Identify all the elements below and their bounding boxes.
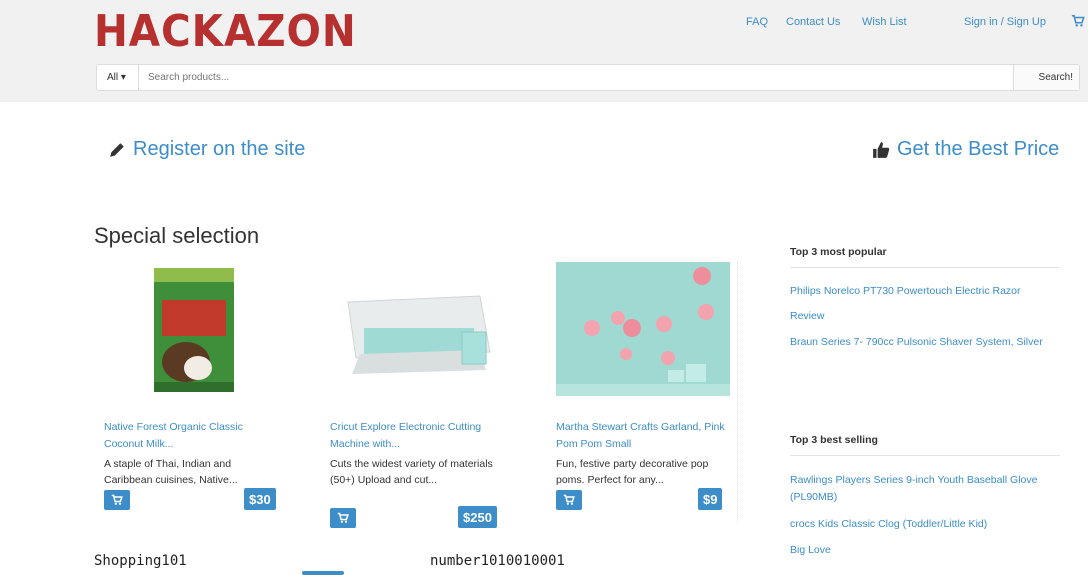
- product-description: A staple of Thai, Indian and Caribbean c…: [104, 458, 238, 486]
- best-selling-item-link[interactable]: crocs Kids Classic Clog (Toddler/Little …: [790, 516, 1065, 533]
- product-description: Cuts the widest variety of materials (50…: [330, 458, 493, 486]
- product-description: Fun, festive party decorative pop poms. …: [556, 458, 709, 486]
- product-card: Native Forest Organic Classic Coconut Mi…: [96, 262, 286, 522]
- price-badge: $250: [458, 506, 497, 528]
- popular-item-link[interactable]: Philips Norelco PT730 Powertouch Electri…: [790, 283, 1065, 300]
- nav-wishlist-link[interactable]: Wish List: [862, 16, 907, 28]
- product-name-link[interactable]: Native Forest Organic Classic Coconut Mi…: [104, 419, 284, 453]
- thumbs-up-icon: [873, 141, 890, 158]
- add-to-cart-button[interactable]: [104, 490, 130, 510]
- cart-icon: [563, 494, 575, 505]
- best-price-cta[interactable]: Get the Best Price: [872, 138, 1059, 161]
- product-image[interactable]: [330, 262, 506, 396]
- register-cta-label: Register on the site: [133, 138, 306, 160]
- cart-icon[interactable]: [1071, 14, 1085, 28]
- product-image[interactable]: [102, 262, 278, 396]
- section-title: Special selection: [94, 223, 260, 248]
- divider: [790, 455, 1060, 456]
- popular-item-link[interactable]: Braun Series 7- 790cc Pulsonic Shaver Sy…: [790, 334, 1065, 351]
- footer-text-left: Shopping101: [94, 553, 187, 569]
- pencil-icon: [110, 142, 124, 157]
- price-badge: $30: [244, 488, 276, 510]
- cart-icon: [111, 494, 123, 505]
- price-badge: $9: [698, 488, 723, 510]
- add-to-cart-button[interactable]: [330, 508, 356, 528]
- cart-icon: [337, 512, 349, 523]
- product-image[interactable]: [556, 262, 730, 396]
- popular-heading: Top 3 most popular: [790, 246, 887, 258]
- sidebar: Top 3 most popular Philips Norelco PT730…: [772, 232, 1072, 575]
- best-price-cta-label: Get the Best Price: [897, 138, 1060, 160]
- divider: [790, 267, 1060, 268]
- search-bar: All ▾ Search!: [96, 64, 1080, 91]
- best-selling-item-link[interactable]: Big Love: [790, 542, 1065, 559]
- product-name-link[interactable]: Cricut Explore Electronic Cutting Machin…: [330, 419, 510, 453]
- register-cta[interactable]: Register on the site: [108, 138, 305, 161]
- nav-contact-link[interactable]: Contact Us: [786, 16, 840, 28]
- best-selling-item-link[interactable]: Rawlings Players Series 9-inch Youth Bas…: [790, 472, 1065, 506]
- site-logo[interactable]: HACKAZON: [94, 6, 357, 58]
- search-button[interactable]: Search!: [1013, 65, 1079, 90]
- footer-text-right: number1010010001: [430, 553, 565, 569]
- best-selling-heading: Top 3 best selling: [790, 434, 878, 446]
- popular-item-link[interactable]: Review: [790, 308, 1065, 325]
- search-category-select[interactable]: All ▾: [97, 65, 139, 90]
- search-input[interactable]: [140, 65, 1013, 90]
- footer-blue-mark: [302, 571, 344, 575]
- product-name-link[interactable]: Martha Stewart Crafts Garland, Pink Pom …: [556, 419, 736, 453]
- add-to-cart-button[interactable]: [556, 490, 582, 510]
- product-card: Martha Stewart Crafts Garland, Pink Pom …: [548, 262, 738, 522]
- nav-faq-link[interactable]: FAQ: [746, 16, 768, 28]
- nav-signin-link[interactable]: Sign in / Sign Up: [964, 16, 1046, 28]
- product-card: Cricut Explore Electronic Cutting Machin…: [322, 262, 512, 528]
